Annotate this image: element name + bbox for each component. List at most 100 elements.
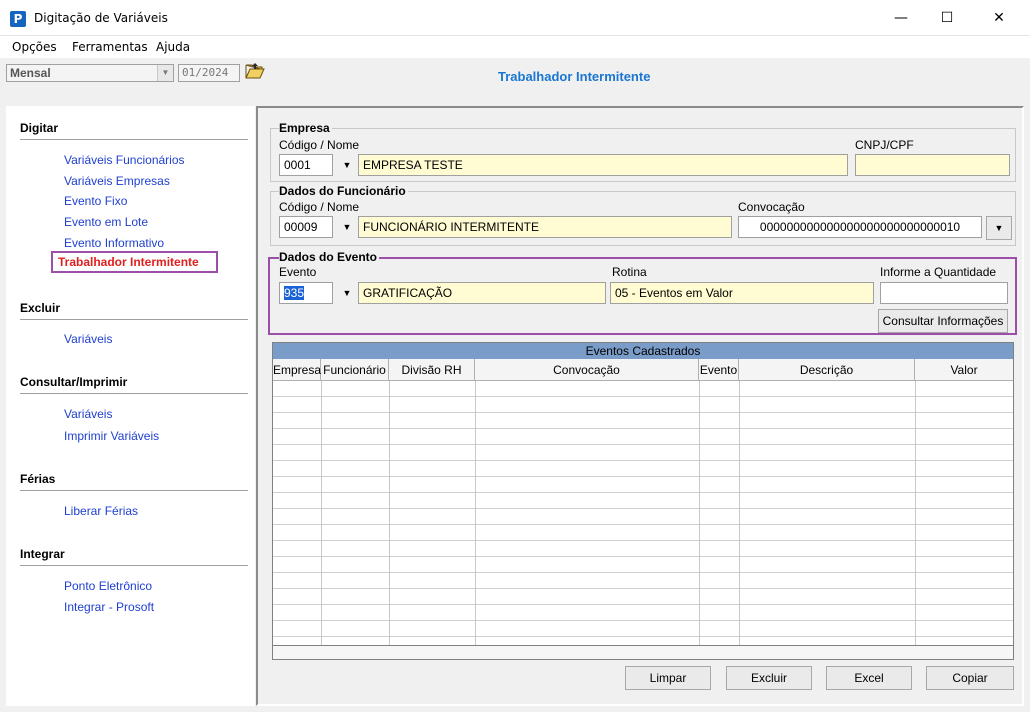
nav-integrar-prosoft[interactable]: Integrar - Prosoft (64, 600, 154, 614)
nav-trabalhador-intermitente[interactable]: Trabalhador Intermitente (51, 251, 218, 273)
rotina-label: Rotina (612, 265, 647, 279)
col-header-funcionario[interactable]: Funcionário (321, 359, 389, 381)
nav-liberar-ferias[interactable]: Liberar Férias (64, 504, 138, 518)
nav-heading-digitar: Digitar (20, 121, 59, 135)
table-row[interactable] (273, 605, 1013, 621)
grid-caption: Eventos Cadastrados (273, 343, 1013, 359)
minimize-button[interactable]: — (878, 0, 924, 36)
table-row[interactable] (273, 525, 1013, 541)
title-bar: P Digitação de Variáveis — ☐ ✕ (0, 0, 1030, 36)
table-row[interactable] (273, 589, 1013, 605)
evento-code-input[interactable]: 935 (279, 282, 333, 304)
nav-evento-informativo[interactable]: Evento Informativo (64, 236, 164, 250)
table-row[interactable] (273, 621, 1013, 637)
col-header-evento[interactable]: Evento (699, 359, 739, 381)
empresa-group-title: Empresa (279, 121, 332, 135)
col-header-empresa[interactable]: Empresa (273, 359, 321, 381)
convocacao-dropdown-button[interactable]: ▼ (986, 216, 1012, 240)
table-row[interactable] (273, 541, 1013, 557)
nav-evento-em-lote[interactable]: Evento em Lote (64, 215, 148, 229)
quantidade-input[interactable] (880, 282, 1008, 304)
convocacao-input[interactable]: 000000000000000000000000000010 (738, 216, 982, 238)
menu-ajuda[interactable]: Ajuda (156, 40, 190, 54)
table-row[interactable] (273, 509, 1013, 525)
evento-code-value: 935 (284, 286, 305, 300)
chevron-down-icon[interactable]: ▼ (157, 65, 173, 81)
evento-group-title: Dados do Evento (279, 250, 380, 264)
app-icon: P (10, 11, 26, 27)
funcionario-name-input[interactable]: FUNCIONÁRIO INTERMITENTE (358, 216, 732, 238)
divider (20, 139, 248, 140)
table-row[interactable] (273, 557, 1013, 573)
table-row[interactable] (273, 461, 1013, 477)
table-row[interactable] (273, 381, 1013, 397)
table-row[interactable] (273, 397, 1013, 413)
nav-heading-ferias: Férias (20, 472, 56, 486)
nav-evento-fixo[interactable]: Evento Fixo (64, 194, 127, 208)
menu-ferramentas[interactable]: Ferramentas (72, 40, 148, 54)
navigation-panel: Digitar Variáveis Funcionários Variáveis… (6, 106, 255, 706)
cnpj-label: CNPJ/CPF (855, 138, 914, 152)
period-value: Mensal (10, 66, 51, 80)
table-row[interactable] (273, 413, 1013, 429)
col-header-valor[interactable]: Valor (915, 359, 1013, 381)
eventos-grid: Eventos Cadastrados Empresa Funcionário … (272, 342, 1014, 660)
column-divider (915, 381, 916, 659)
empresa-code-label: Código / Nome (279, 138, 360, 152)
divider (20, 319, 248, 320)
nav-imprimir-variaveis[interactable]: Imprimir Variáveis (64, 429, 159, 443)
copiar-button[interactable]: Copiar (926, 666, 1014, 690)
chevron-down-icon[interactable]: ▼ (336, 282, 358, 304)
competence-date-input[interactable]: 01/2024 (178, 64, 240, 82)
empresa-code-input[interactable]: 0001 (279, 154, 333, 176)
column-divider (389, 381, 390, 659)
empresa-name-input[interactable]: EMPRESA TESTE (358, 154, 848, 176)
nav-consultar-variaveis[interactable]: Variáveis (64, 407, 112, 421)
column-divider (699, 381, 700, 659)
nav-variaveis-funcionarios[interactable]: Variáveis Funcionários (64, 153, 185, 167)
excluir-button[interactable]: Excluir (726, 666, 812, 690)
column-divider (321, 381, 322, 659)
table-row[interactable] (273, 445, 1013, 461)
funcionario-code-label: Código / Nome (279, 200, 360, 214)
menu-opcoes[interactable]: Opções (12, 40, 57, 54)
nav-variaveis-empresas[interactable]: Variáveis Empresas (64, 174, 170, 188)
table-row[interactable] (273, 477, 1013, 493)
table-row[interactable] (273, 493, 1013, 509)
chevron-down-icon[interactable]: ▼ (336, 154, 358, 176)
quantidade-label: Informe a Quantidade (880, 265, 997, 279)
nav-excluir-variaveis[interactable]: Variáveis (64, 332, 112, 346)
chevron-down-icon[interactable]: ▼ (336, 216, 358, 238)
col-header-convocacao[interactable]: Convocação (475, 359, 699, 381)
column-divider (475, 381, 476, 659)
column-divider (739, 381, 740, 659)
divider (20, 490, 248, 491)
funcionario-group-title: Dados do Funcionário (279, 184, 408, 198)
consultar-informacoes-button[interactable]: Consultar Informações (878, 309, 1008, 333)
evento-name-input[interactable]: GRATIFICAÇÃO (358, 282, 606, 304)
maximize-button[interactable]: ☐ (924, 0, 970, 36)
nav-heading-integrar: Integrar (20, 547, 65, 561)
excel-button[interactable]: Excel (826, 666, 912, 690)
screen-title: Trabalhador Intermitente (498, 69, 651, 84)
col-header-descricao[interactable]: Descrição (739, 359, 915, 381)
period-select[interactable]: Mensal ▼ (6, 64, 174, 82)
divider (20, 393, 248, 394)
grid-footer (273, 645, 1013, 659)
evento-label: Evento (279, 265, 317, 279)
convocacao-label: Convocação (738, 200, 805, 214)
nav-ponto-eletronico[interactable]: Ponto Eletrônico (64, 579, 152, 593)
window-title: Digitação de Variáveis (34, 11, 168, 25)
table-row[interactable] (273, 429, 1013, 445)
nav-heading-excluir: Excluir (20, 301, 61, 315)
limpar-button[interactable]: Limpar (625, 666, 711, 690)
col-header-divisao-rh[interactable]: Divisão RH (389, 359, 475, 381)
cnpj-input[interactable] (855, 154, 1010, 176)
nav-heading-consultar: Consultar/Imprimir (20, 375, 128, 389)
open-folder-icon[interactable] (245, 62, 265, 80)
table-row[interactable] (273, 573, 1013, 589)
rotina-input[interactable]: 05 - Eventos em Valor (610, 282, 874, 304)
divider (20, 565, 248, 566)
close-button[interactable]: ✕ (976, 0, 1022, 36)
funcionario-code-input[interactable]: 00009 (279, 216, 333, 238)
